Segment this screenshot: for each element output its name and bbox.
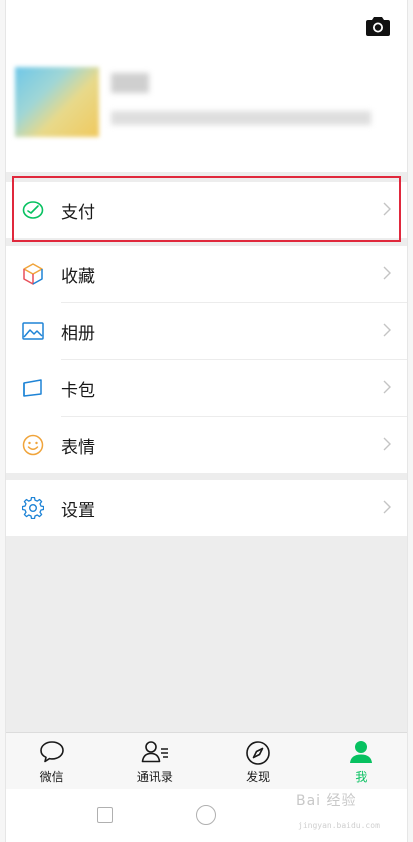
gear-icon: [22, 497, 44, 519]
watermark-text: Bai 经验: [296, 793, 357, 809]
tab-discover[interactable]: 发现: [207, 733, 310, 789]
tab-label: 我: [355, 770, 368, 784]
menu-item-settings[interactable]: 设置: [0, 480, 413, 536]
compass-icon: [246, 741, 270, 765]
home-button[interactable]: [196, 805, 216, 825]
chevron-right-icon: [383, 266, 391, 280]
recents-button[interactable]: [97, 807, 113, 823]
album-icon: [22, 322, 44, 340]
contacts-icon: [141, 741, 168, 763]
wechat-id-blurred: [111, 111, 371, 125]
pay-group: 支付: [0, 182, 413, 238]
chevron-right-icon: [383, 437, 391, 451]
features-group: 收藏 相册 卡包 表情: [0, 246, 413, 473]
tab-label: 发现: [246, 770, 271, 784]
tab-contacts[interactable]: 通讯录: [103, 733, 206, 789]
tab-label: 通讯录: [136, 770, 173, 784]
watermark-url: jingyan.baidu.com: [298, 821, 380, 830]
settings-group: 设置: [0, 480, 413, 536]
chevron-right-icon: [383, 323, 391, 337]
tab-chats[interactable]: 微信: [0, 733, 103, 789]
menu-item-stickers[interactable]: 表情: [0, 417, 413, 473]
tab-me[interactable]: 我: [310, 733, 413, 789]
chat-bubble-icon: [39, 741, 64, 763]
chevron-right-icon: [383, 380, 391, 394]
smiley-icon: [22, 434, 44, 456]
menu-item-album[interactable]: 相册: [0, 303, 413, 359]
menu-item-label: 相册: [61, 323, 95, 344]
menu-item-label: 表情: [61, 437, 95, 458]
profile-header: [0, 0, 413, 172]
menu-item-cards[interactable]: 卡包: [0, 360, 413, 416]
screen-edge-right: [407, 0, 413, 842]
pay-icon: [22, 201, 44, 219]
favorites-cube-icon: [23, 263, 43, 285]
card-wallet-icon: [23, 379, 42, 397]
nickname-blurred: [111, 73, 149, 93]
menu-item-label: 收藏: [61, 266, 95, 287]
camera-icon[interactable]: [366, 15, 390, 37]
bottom-tab-bar: 微信 通讯录 发现 我: [0, 732, 413, 789]
chevron-right-icon: [383, 202, 391, 216]
menu-item-favorites[interactable]: 收藏: [0, 246, 413, 302]
avatar[interactable]: [15, 67, 99, 137]
menu-item-label: 支付: [61, 202, 95, 223]
chevron-right-icon: [383, 500, 391, 514]
menu-item-label: 卡包: [61, 380, 95, 401]
profile-card[interactable]: [15, 67, 377, 137]
menu-item-pay[interactable]: 支付: [0, 182, 413, 238]
screen-edge-left: [0, 0, 6, 842]
menu-item-label: 设置: [61, 500, 95, 521]
person-icon: [350, 741, 373, 763]
tab-label: 微信: [39, 770, 64, 784]
